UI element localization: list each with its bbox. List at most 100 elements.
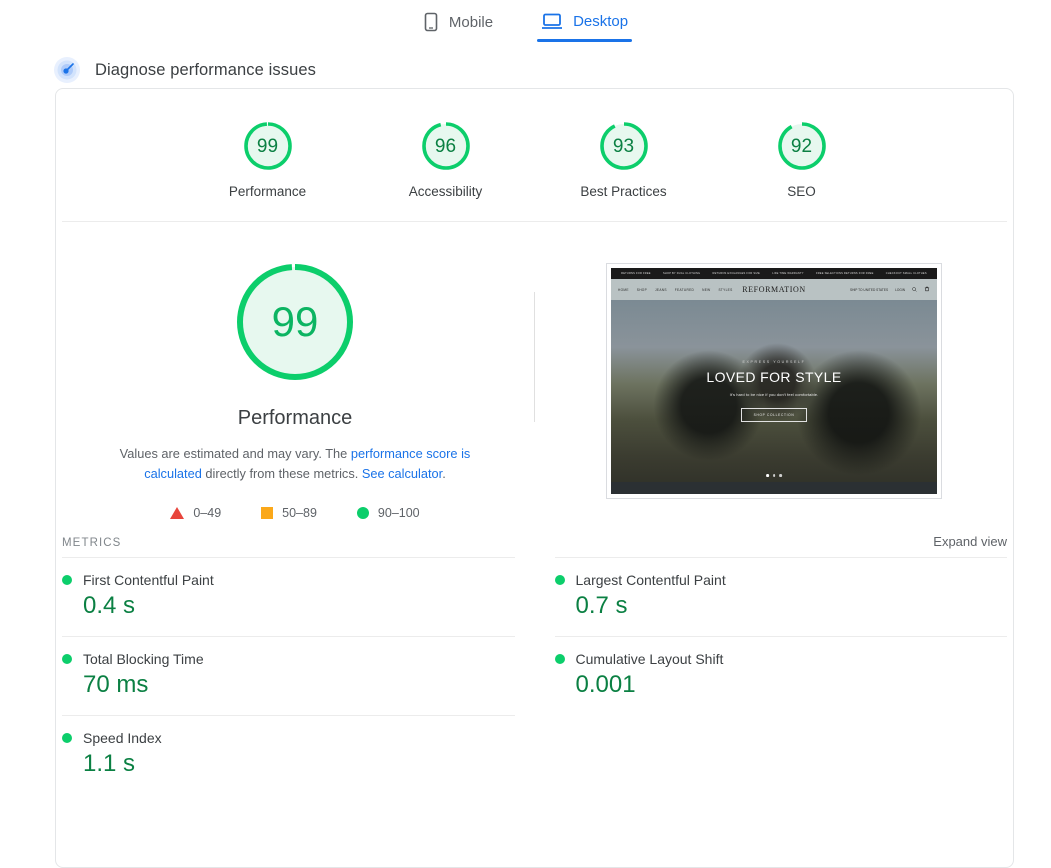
screenshot-hero-title: LOVED FOR STYLE — [706, 369, 842, 385]
metrics-title: METRICS — [62, 537, 122, 549]
gauge-performance: 99 — [241, 119, 295, 173]
metric-head: Speed Index — [62, 730, 515, 746]
cart-icon — [924, 286, 930, 293]
tab-mobile-label: Mobile — [448, 13, 494, 31]
status-dot-good-icon — [62, 733, 72, 743]
triangle-icon — [170, 507, 185, 519]
category-seo[interactable]: 92 SEO — [742, 119, 862, 199]
legend-good-range: 90–100 — [377, 506, 420, 520]
page-screenshot-inner: RETURNS FOR FREE SHOP BY DUAL CLOTHING R… — [611, 268, 937, 494]
tab-mobile[interactable]: Mobile — [419, 8, 497, 44]
carousel-dot-1 — [766, 474, 769, 477]
metric-name: Largest Contentful Paint — [575, 572, 726, 588]
tab-desktop-label: Desktop — [573, 12, 629, 30]
screenshot-announcement-bar: RETURNS FOR FREE SHOP BY DUAL CLOTHING R… — [611, 268, 937, 279]
gauge-performance-score: 99 — [256, 135, 279, 157]
nav-item-3: FEATURED — [674, 287, 695, 292]
description-text-2: directly from these metrics. — [201, 466, 362, 481]
description-text-1: Values are estimated and may vary. The — [119, 446, 351, 461]
screenshot-nav-right: SHIP TO UNITED STATES LOGIN — [850, 286, 930, 293]
metrics-grid: First Contentful Paint 0.4 s Largest Con… — [56, 557, 1013, 794]
square-icon — [261, 507, 274, 519]
diagnose-banner[interactable]: Diagnose performance issues — [0, 46, 1051, 90]
carousel-dot-3 — [779, 474, 782, 477]
gauge-seo-score: 92 — [790, 135, 813, 157]
metric-name: Total Blocking Time — [83, 651, 204, 667]
nav-ship-to: SHIP TO UNITED STATES — [849, 287, 889, 292]
nav-item-2: JEANS — [655, 287, 667, 292]
screenshot-hero-button: SHOP COLLECTION — [740, 408, 808, 422]
expand-view-link[interactable]: Expand view — [933, 534, 1007, 549]
nav-item-0: HOME — [618, 287, 629, 292]
metric-head: Total Blocking Time — [62, 651, 515, 667]
performance-description: Values are estimated and may vary. The p… — [95, 444, 495, 484]
screenshot-carousel-dots — [766, 474, 782, 477]
metrics-header: METRICS Expand view — [56, 534, 1013, 549]
screenshot-hero: EXPRESS YOURSELF LOVED FOR STYLE It's ha… — [611, 300, 937, 482]
legend-average-range: 50–89 — [282, 506, 317, 520]
announcement-1: SHOP BY DUAL CLOTHING — [662, 272, 701, 275]
metric-name: First Contentful Paint — [83, 572, 214, 588]
gauge-best-practices: 93 — [597, 119, 651, 173]
announcement-5: CHECKOUT SMALL CLOTHES — [885, 272, 927, 275]
diagnose-label: Diagnose performance issues — [95, 60, 316, 79]
nav-item-4: NEW — [702, 287, 711, 292]
status-dot-good-icon — [62, 575, 72, 585]
search-icon — [912, 286, 917, 293]
category-score-row: 99 Performance 96 Accessibility 93 Best … — [62, 89, 1007, 222]
announcement-0: RETURNS FOR FREE — [621, 272, 651, 275]
performance-score-value: 99 — [271, 297, 319, 345]
metric-speed-index[interactable]: Speed Index 1.1 s — [62, 715, 515, 794]
status-dot-good-icon — [554, 575, 565, 585]
metric-value: 70 ms — [83, 671, 149, 698]
metric-name: Cumulative Layout Shift — [575, 651, 724, 667]
gauge-accessibility-score: 96 — [434, 135, 457, 157]
mobile-phone-icon — [423, 12, 439, 32]
announcement-3: LIFE TIME WARRANTY — [772, 272, 804, 275]
metric-cumulative-layout-shift[interactable]: Cumulative Layout Shift 0.001 — [554, 636, 1007, 715]
legend-item-poor: 0–49 — [170, 506, 221, 520]
page-screenshot-thumbnail[interactable]: RETURNS FOR FREE SHOP BY DUAL CLOTHING R… — [606, 263, 942, 499]
category-accessibility-label: Accessibility — [408, 184, 483, 199]
metric-name: Speed Index — [83, 730, 162, 746]
performance-score-label: Performance — [237, 407, 353, 429]
radar-pulse-icon — [53, 56, 81, 84]
status-dot-good-icon — [62, 654, 72, 664]
metric-total-blocking-time[interactable]: Total Blocking Time 70 ms — [62, 636, 515, 715]
tab-desktop[interactable]: Desktop — [537, 8, 633, 42]
metric-head: Largest Contentful Paint — [554, 572, 1008, 588]
nav-item-5: STYLES — [718, 287, 733, 292]
circle-icon — [356, 507, 369, 519]
category-seo-label: SEO — [787, 184, 816, 199]
metric-head: First Contentful Paint — [62, 572, 515, 588]
screenshot-hero-subtitle: It's hard to be nice if you don't feel c… — [729, 392, 819, 397]
announcement-4: FREE SELECTIONS RETURNS FOR FREE — [815, 272, 874, 275]
metric-largest-contentful-paint[interactable]: Largest Contentful Paint 0.7 s — [554, 557, 1008, 636]
metric-value: 0.4 s — [83, 592, 136, 619]
laptop-icon — [541, 12, 563, 30]
metric-value: 0.001 — [575, 671, 636, 698]
nav-login: LOGIN — [895, 287, 905, 292]
announcement-2: RETURNS EXCHANGES FOR SIZE — [712, 272, 760, 275]
screenshot-navbar: HOME SHOP JEANS FEATURED NEW STYLES REFO… — [611, 279, 937, 300]
gauge-accessibility: 96 — [419, 119, 473, 173]
screenshot-nav-links: HOME SHOP JEANS FEATURED NEW STYLES — [618, 288, 733, 292]
gauge-performance-large[interactable]: 99 — [233, 260, 357, 383]
category-best-practices-label: Best Practices — [580, 184, 667, 199]
see-calculator-link[interactable]: See calculator — [362, 466, 442, 481]
gauge-seo: 92 — [775, 119, 829, 173]
carousel-dot-2 — [772, 474, 776, 477]
category-best-practices[interactable]: 93 Best Practices — [564, 119, 684, 199]
screenshot-hero-eyebrow: EXPRESS YOURSELF — [742, 360, 806, 364]
device-tabs: Mobile Desktop — [0, 0, 1051, 46]
metric-value: 1.1 s — [83, 750, 136, 777]
gauge-best-practices-score: 93 — [612, 135, 635, 157]
legend-item-good: 90–100 — [356, 506, 420, 520]
performance-summary-right: RETURNS FOR FREE SHOP BY DUAL CLOTHING R… — [535, 260, 1013, 520]
category-accessibility[interactable]: 96 Accessibility — [386, 119, 506, 199]
category-performance[interactable]: 99 Performance — [208, 119, 328, 199]
legend-item-average: 50–89 — [261, 506, 317, 520]
report-card: 99 Performance 96 Accessibility 93 Best … — [55, 88, 1014, 868]
legend-poor-range: 0–49 — [193, 506, 222, 520]
metric-first-contentful-paint[interactable]: First Contentful Paint 0.4 s — [62, 557, 515, 636]
